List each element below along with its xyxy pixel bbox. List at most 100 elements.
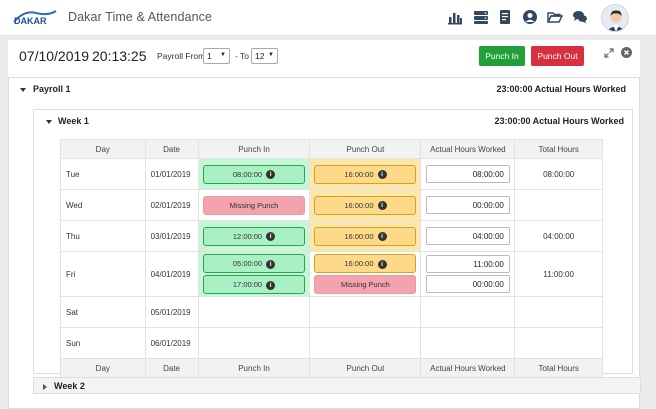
punch-out-cell [309, 327, 422, 359]
punch-in-entry[interactable]: 17:00:00 i [203, 275, 305, 294]
punch-out-entry[interactable]: 16:00:00 i [314, 226, 417, 246]
timesheet-table: Day Date Punch In Punch Out Actual Hours… [60, 139, 603, 378]
punch-in-time: 08:00:00 [232, 169, 263, 179]
info-icon[interactable]: i [377, 201, 387, 211]
punch-out-entry[interactable]: 16:00:00 i [314, 254, 417, 273]
footer-header-date: Date [144, 358, 199, 378]
punch-out-button[interactable]: Punch Out [531, 46, 584, 66]
missing-punch-badge[interactable]: Missing Punch [203, 195, 305, 215]
current-date: 07/10/2019 [19, 48, 90, 64]
table-row: Tue 01/01/2019 08:00:00 i 16:00:00 i 08:00… [60, 158, 603, 190]
column-header-punch-in: Punch In [197, 139, 311, 159]
payroll-accordion: Payroll 1 23:00:00 Actual Hours Worked W… [8, 77, 641, 409]
footer-header-punch-out: Punch Out [309, 358, 422, 378]
actual-hours-cell [420, 296, 516, 328]
total-hours-cell: 11:00:00 [514, 251, 603, 297]
payroll-to-select[interactable]: 12 ▼ [251, 48, 278, 64]
total-hours-cell: 04:00:00 [514, 220, 603, 252]
day-cell: Thu [60, 220, 146, 252]
folder-open-icon[interactable] [547, 9, 563, 25]
info-icon[interactable]: i [266, 280, 276, 290]
actual-hours-cell [420, 251, 516, 297]
info-icon[interactable]: i [377, 259, 387, 269]
column-header-date: Date [144, 139, 199, 159]
info-icon[interactable]: i [377, 232, 387, 242]
punch-out-entry[interactable]: 16:00:00 i [314, 164, 417, 184]
total-hours-cell [514, 327, 603, 359]
caret-down-icon [46, 120, 52, 124]
table-header-row: Day Date Punch In Punch Out Actual Hours… [60, 139, 603, 159]
info-icon[interactable]: i [266, 259, 276, 269]
chevron-down-icon: ▼ [268, 52, 274, 58]
expand-icon[interactable] [604, 48, 614, 58]
footer-header-total-hours: Total Hours [514, 358, 603, 378]
total-hours-cell [514, 296, 603, 328]
document-icon[interactable] [497, 9, 513, 25]
footer-header-punch-in: Punch In [197, 358, 311, 378]
info-icon[interactable]: i [266, 170, 276, 180]
punch-in-entry[interactable]: 12:00:00 i [203, 226, 305, 246]
info-icon[interactable]: i [266, 232, 276, 242]
actual-hours-input[interactable] [425, 275, 510, 293]
punch-in-time: 12:00:00 [232, 231, 263, 241]
week-2-title: Week 2 [54, 381, 85, 391]
punch-in-time: 17:00:00 [232, 280, 263, 289]
top-navbar: DAKAR Dakar Time & Attendance [0, 0, 656, 36]
punch-out-cell: 16:00:00 i [309, 220, 422, 252]
punch-in-cell [197, 327, 311, 359]
current-time: 20:13:25 [92, 48, 147, 64]
column-header-actual-hours: Actual Hours Worked [420, 139, 516, 159]
column-header-total-hours: Total Hours [514, 139, 603, 159]
punch-out-entry[interactable]: 16:00:00 i [314, 195, 417, 215]
bar-chart-icon[interactable] [447, 9, 463, 25]
column-header-day: Day [60, 139, 146, 159]
payroll-from-select[interactable]: 1 ▼ [203, 48, 230, 64]
total-hours-cell: 08:00:00 [514, 158, 603, 190]
column-header-punch-out: Punch Out [309, 139, 422, 159]
punch-in-cell [197, 296, 311, 328]
dakar-logo[interactable]: DAKAR [12, 9, 58, 27]
info-icon[interactable]: i [377, 170, 387, 180]
table-row: Thu 03/01/2019 12:00:00 i 16:00:00 i 04:00… [60, 220, 603, 252]
chat-icon[interactable] [572, 9, 588, 25]
payroll-header[interactable]: Payroll 1 23:00:00 Actual Hours Worked [9, 78, 639, 98]
table-footer-row: Day Date Punch In Punch Out Actual Hours… [60, 358, 603, 378]
main-panel: 07/10/2019 20:13:25 Payroll From 1 ▼ - T… [8, 40, 641, 409]
payroll-to-value: 12 [255, 51, 265, 61]
avatar[interactable] [601, 4, 629, 32]
actual-hours-input[interactable] [425, 227, 510, 245]
footer-header-day: Day [60, 358, 146, 378]
payroll-to-label: - To [235, 51, 250, 61]
punch-in-entry[interactable]: 08:00:00 i [203, 164, 305, 184]
user-circle-icon[interactable] [522, 9, 538, 25]
date-cell: 04/01/2019 [144, 251, 199, 297]
actual-hours-input[interactable] [425, 196, 510, 214]
day-cell: Fri [60, 251, 146, 297]
payroll-title: Payroll 1 [33, 84, 71, 94]
date-cell: 06/01/2019 [144, 327, 199, 359]
day-cell: Wed [60, 189, 146, 221]
footer-header-actual-hours: Actual Hours Worked [420, 358, 516, 378]
table-row: Fri 04/01/2019 05:00:00 i 17:00:00 i 16:00… [60, 251, 603, 297]
avatar-image [602, 5, 628, 31]
punch-in-button[interactable]: Punch In [479, 46, 525, 66]
punch-out-cell: 16:00:00 i [309, 189, 422, 221]
actual-hours-input[interactable] [425, 165, 510, 183]
date-cell: 05/01/2019 [144, 296, 199, 328]
server-icon[interactable] [473, 9, 489, 25]
week-1-title: Week 1 [58, 116, 89, 126]
missing-punch-badge[interactable]: Missing Punch [314, 275, 417, 294]
punch-in-cell: 12:00:00 i [197, 220, 311, 252]
week-1-panel: Week 1 23:00:00 Actual Hours Worked Day … [33, 109, 633, 378]
date-cell: 03/01/2019 [144, 220, 199, 252]
caret-down-icon [20, 88, 26, 92]
week-2-header[interactable]: Week 2 [33, 377, 641, 394]
actual-hours-input[interactable] [425, 255, 510, 273]
week-1-header[interactable]: Week 1 23:00:00 Actual Hours Worked [34, 110, 632, 130]
actual-hours-cell [420, 158, 516, 190]
punch-in-cell: 05:00:00 i 17:00:00 i [197, 251, 311, 297]
punch-out-cell: 16:00:00 i [309, 158, 422, 190]
punch-in-entry[interactable]: 05:00:00 i [203, 254, 305, 273]
close-icon[interactable] [621, 47, 632, 58]
actual-hours-cell [420, 220, 516, 252]
